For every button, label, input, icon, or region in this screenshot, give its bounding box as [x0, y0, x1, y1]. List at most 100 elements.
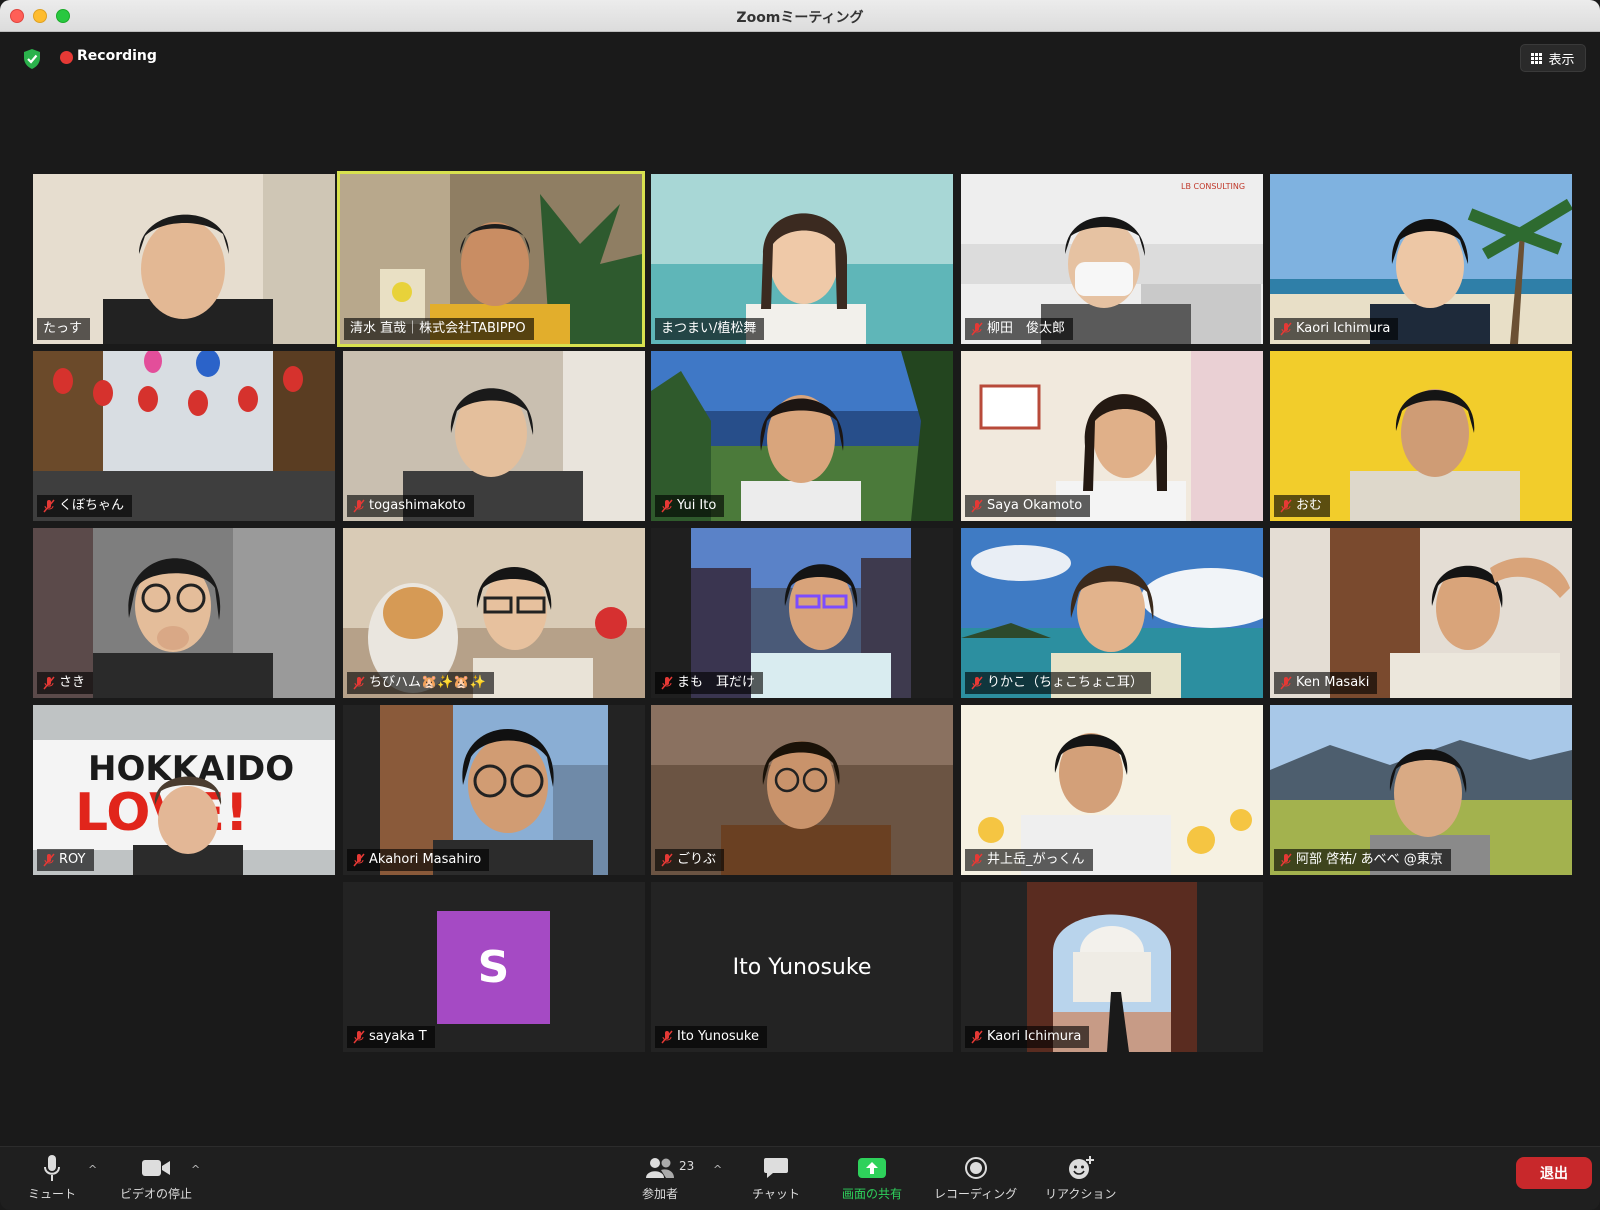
participant-name: Saya Okamoto — [987, 498, 1083, 513]
recording-dot-icon — [60, 51, 73, 64]
participant-name-bar: 柳田 俊太郎 — [965, 318, 1074, 340]
participant-name-bar: togashimakoto — [347, 495, 474, 517]
recording-label: Recording — [77, 48, 157, 64]
participant-tile[interactable]: ちびハム🐹✨🐹✨ — [343, 528, 645, 698]
audio-options-caret-icon[interactable]: ^ — [88, 1163, 97, 1176]
participant-name-bar: sayaka T — [347, 1026, 435, 1048]
participant-name-bar: Ito Yunosuke — [655, 1026, 767, 1048]
participant-name: まつまい/植松舞 — [661, 321, 757, 336]
mic-muted-icon — [661, 676, 673, 690]
participant-name-bar: Saya Okamoto — [965, 495, 1091, 517]
share-screen-label: 画面の共有 — [842, 1187, 903, 1201]
participant-name: Kaori Ichimura — [987, 1029, 1082, 1044]
stop-video-button[interactable]: ビデオの停止 — [120, 1153, 192, 1202]
participant-name: ごりぶ — [677, 852, 717, 867]
participants-icon — [646, 1158, 674, 1178]
zoom-window: Zoomミーティング Recording 表示 たっす 清水 直哉｜株式会社TA… — [0, 0, 1600, 1210]
participant-tile[interactable]: くぼちゃん — [33, 351, 335, 521]
participant-name-bar: ごりぶ — [655, 849, 725, 871]
participant-tile[interactable]: さき — [33, 528, 335, 698]
mute-button[interactable]: ミュート — [28, 1153, 76, 1202]
participant-name: まも 耳だけ — [677, 675, 756, 690]
mic-muted-icon — [43, 676, 55, 690]
participant-tile[interactable]: おむ — [1270, 351, 1572, 521]
participant-name: togashimakoto — [369, 498, 466, 513]
video-options-caret-icon[interactable]: ^ — [191, 1163, 200, 1176]
view-layout-button[interactable]: 表示 — [1520, 44, 1586, 72]
mic-muted-icon — [1280, 676, 1292, 690]
participant-name-bar: ROY — [37, 849, 94, 871]
participant-name-bar: 清水 直哉｜株式会社TABIPPO — [344, 318, 534, 340]
mic-muted-icon — [353, 853, 365, 867]
participant-name: 井上岳_がっくん — [987, 852, 1085, 867]
participant-tile[interactable]: LB CONSULTING 柳田 俊太郎 — [961, 174, 1263, 344]
title-bar: Zoomミーティング — [0, 0, 1600, 32]
mic-muted-icon — [971, 499, 983, 513]
participant-name-bar: さき — [37, 672, 94, 694]
participant-name: Ito Yunosuke — [677, 1029, 759, 1044]
participant-tile[interactable]: Ito Yunosuke Ito Yunosuke — [651, 882, 953, 1052]
view-label: 表示 — [1548, 52, 1575, 68]
participant-name: Ken Masaki — [1296, 675, 1370, 690]
grid-view-icon — [1531, 52, 1543, 64]
participant-name: おむ — [1296, 498, 1323, 513]
participant-tile-active-speaker[interactable]: 清水 直哉｜株式会社TABIPPO — [337, 171, 645, 347]
mic-muted-icon — [661, 1030, 673, 1044]
mic-muted-icon — [1280, 322, 1292, 336]
meeting-toolbar: ミュート ^ ビデオの停止 ^ 参加者 23 ^ チャット 画面の共有 レコーデ… — [0, 1146, 1600, 1210]
mic-muted-icon — [971, 853, 983, 867]
participant-tile[interactable]: 阿部 啓祐/ あべべ @東京 — [1270, 705, 1572, 875]
mic-muted-icon — [353, 676, 365, 690]
participant-tile[interactable]: togashimakoto — [343, 351, 645, 521]
stop-video-label: ビデオの停止 — [120, 1187, 193, 1201]
participant-tile[interactable]: Ken Masaki — [1270, 528, 1572, 698]
participant-tile[interactable]: まも 耳だけ — [651, 528, 953, 698]
participant-name-bar: Yui Ito — [655, 495, 725, 517]
participants-label: 参加者 — [642, 1187, 679, 1201]
video-camera-icon — [142, 1160, 170, 1176]
participant-name-bar: Ken Masaki — [1274, 672, 1378, 694]
participant-name: さき — [59, 675, 86, 690]
participant-tile[interactable]: まつまい/植松舞 — [651, 174, 953, 344]
participant-tile[interactable]: S sayaka T — [343, 882, 645, 1052]
participant-tile[interactable]: りかこ（ちょこちょこ耳） — [961, 528, 1263, 698]
mic-muted-icon — [1280, 499, 1292, 513]
security-shield-icon[interactable] — [22, 48, 42, 70]
participant-name-bar: 井上岳_がっくん — [965, 849, 1093, 871]
participant-tile[interactable]: Saya Okamoto — [961, 351, 1263, 521]
mic-muted-icon — [661, 853, 673, 867]
participant-avatar: S — [437, 911, 550, 1024]
participants-options-caret-icon[interactable]: ^ — [713, 1163, 722, 1176]
mic-muted-icon — [971, 322, 983, 336]
participant-name-bar: Kaori Ichimura — [965, 1026, 1090, 1048]
participant-tile[interactable]: Yui Ito — [651, 351, 953, 521]
participant-count: 23 — [679, 1159, 695, 1173]
participant-name-bar: たっす — [37, 318, 91, 340]
participant-name-bar: まも 耳だけ — [655, 672, 764, 694]
participant-tile[interactable]: Kaori Ichimura — [961, 882, 1263, 1052]
participant-tile[interactable]: Kaori Ichimura — [1270, 174, 1572, 344]
participant-name-bar: りかこ（ちょこちょこ耳） — [965, 672, 1152, 694]
participant-tile[interactable]: ごりぶ — [651, 705, 953, 875]
participants-button[interactable]: 参加者 — [642, 1153, 678, 1202]
chat-label: チャット — [752, 1187, 800, 1201]
mic-muted-icon — [43, 499, 55, 513]
participant-tile[interactable]: Akahori Masahiro — [343, 705, 645, 875]
participant-tile[interactable]: 井上岳_がっくん — [961, 705, 1263, 875]
participant-name: Kaori Ichimura — [1296, 321, 1391, 336]
participant-tile[interactable]: HOKKAIDO LOVE! ROY — [33, 705, 335, 875]
participant-name-bar: くぼちゃん — [37, 495, 133, 517]
chat-bubble-icon — [763, 1158, 788, 1178]
mic-muted-icon — [353, 499, 365, 513]
recording-button-label: レコーディング — [934, 1187, 1018, 1201]
participant-name: Akahori Masahiro — [369, 852, 482, 867]
recording-button[interactable]: レコーディング — [934, 1153, 1017, 1202]
leave-meeting-button[interactable]: 退出 — [1516, 1157, 1592, 1189]
participant-tile[interactable]: たっす — [33, 174, 335, 344]
reactions-button[interactable]: リアクション — [1045, 1153, 1116, 1202]
mic-muted-icon — [1280, 853, 1292, 867]
participant-name-bar: 阿部 啓祐/ あべべ @東京 — [1274, 849, 1451, 871]
participant-name-bar: ちびハム🐹✨🐹✨ — [347, 672, 494, 694]
share-screen-button[interactable]: 画面の共有 — [842, 1153, 902, 1202]
chat-button[interactable]: チャット — [752, 1153, 800, 1202]
